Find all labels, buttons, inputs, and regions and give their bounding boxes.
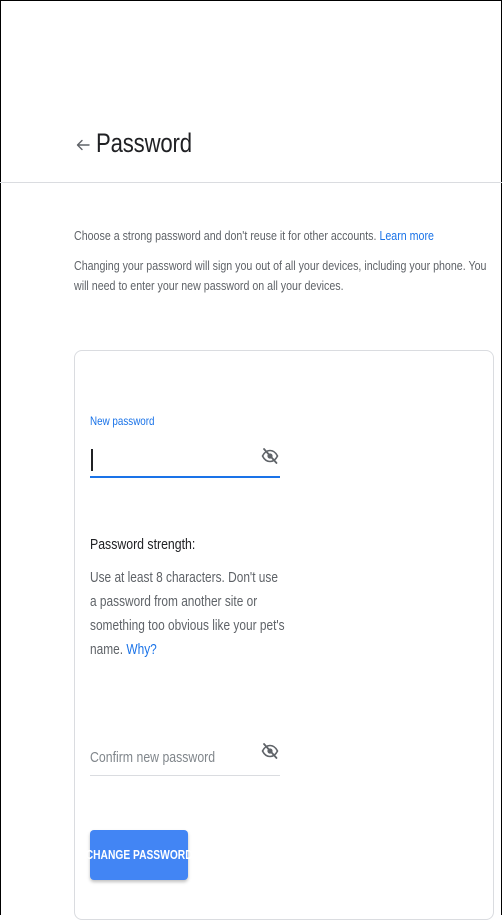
page-header: Password — [0, 0, 502, 183]
text-cursor — [91, 449, 93, 471]
back-button[interactable] — [74, 134, 92, 156]
intro-line-2: Changing your password will sign you out… — [74, 258, 487, 293]
why-link[interactable]: Why? — [126, 642, 156, 658]
toggle-confirm-password-visibility[interactable] — [260, 741, 280, 761]
intro-line-1-text: Choose a strong password and don't reuse… — [74, 228, 377, 243]
arrow-back-icon — [76, 139, 90, 151]
intro-line-1: Choose a strong password and don't reuse… — [74, 226, 500, 246]
confirm-password-underline — [90, 775, 280, 776]
change-password-button[interactable]: CHANGE PASSWORD — [86, 830, 192, 880]
password-strength-text: Use at least 8 characters. Don't use a p… — [90, 570, 285, 658]
new-password-underline — [90, 476, 280, 478]
new-password-input[interactable] — [90, 445, 260, 473]
change-password-label: CHANGE PASSWORD — [85, 848, 193, 862]
new-password-label: New password — [90, 414, 155, 428]
password-strength-title: Password strength: — [90, 536, 196, 553]
eye-off-icon — [261, 743, 279, 759]
password-strength-description: Use at least 8 characters. Don't use a p… — [90, 566, 287, 662]
page-title: Password — [96, 128, 192, 158]
intro-text: Choose a strong password and don't reuse… — [74, 226, 500, 306]
toggle-new-password-visibility[interactable] — [260, 446, 280, 466]
confirm-password-input[interactable] — [90, 745, 263, 769]
eye-off-icon — [261, 448, 279, 464]
learn-more-link[interactable]: Learn more — [379, 228, 434, 243]
